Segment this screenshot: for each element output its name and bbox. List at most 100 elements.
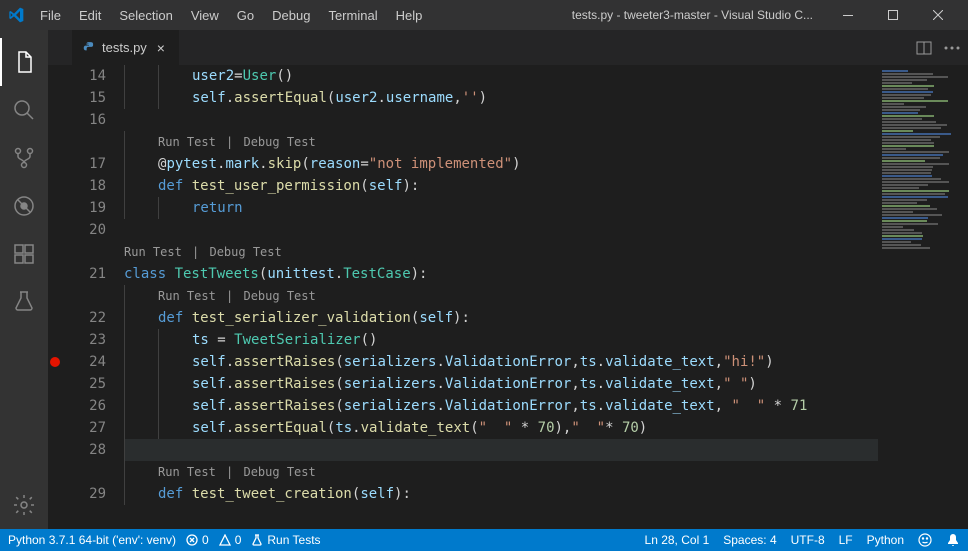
- line-number: 28: [62, 439, 106, 461]
- window-title: tests.py - tweeter3-master - Visual Stud…: [430, 8, 813, 22]
- run-tests-status[interactable]: Run Tests: [251, 533, 320, 547]
- code-line: [124, 109, 878, 131]
- menu-debug[interactable]: Debug: [264, 4, 318, 27]
- code-line: def test_tweet_creation(self):: [124, 483, 878, 505]
- codelens-debug[interactable]: Debug Test: [243, 289, 315, 303]
- status-bar: Python 3.7.1 64-bit ('env': venv) 0 0 Ru…: [0, 529, 968, 551]
- explorer-icon[interactable]: [0, 38, 48, 86]
- code-line: def test_serializer_validation(self):: [124, 307, 878, 329]
- code-line: class TestTweets(unittest.TestCase):: [124, 263, 878, 285]
- line-number: 19: [62, 197, 106, 219]
- line-number: 16: [62, 109, 106, 131]
- menu-file[interactable]: File: [32, 4, 69, 27]
- extensions-icon[interactable]: [0, 230, 48, 278]
- main-area: tests.py × 14151617181920212223242526272…: [0, 30, 968, 529]
- codelens-debug[interactable]: Debug Test: [209, 245, 281, 259]
- code-line: Run Test | Debug Test: [124, 131, 878, 153]
- code-line: user2=User(): [124, 65, 878, 87]
- breakpoint-icon[interactable]: [50, 357, 60, 367]
- line-number: 23: [62, 329, 106, 351]
- line-number: 27: [62, 417, 106, 439]
- line-number: 25: [62, 373, 106, 395]
- line-number: 29: [62, 483, 106, 505]
- menu-bar: FileEditSelectionViewGoDebugTerminalHelp: [32, 4, 430, 27]
- tab-label: tests.py: [102, 40, 147, 55]
- breakpoint-gutter[interactable]: [48, 65, 62, 529]
- code-line: Run Test | Debug Test: [124, 461, 878, 483]
- search-icon[interactable]: [0, 86, 48, 134]
- close-button[interactable]: [915, 0, 960, 30]
- code-line: self.assertRaises(serializers.Validation…: [124, 351, 878, 373]
- line-number: 20: [62, 219, 106, 241]
- codelens-debug[interactable]: Debug Test: [243, 465, 315, 479]
- codelens-run[interactable]: Run Test: [158, 289, 216, 303]
- code-line: [124, 439, 878, 461]
- code-line: Run Test | Debug Test: [124, 285, 878, 307]
- minimap[interactable]: [878, 65, 968, 529]
- codelens-debug[interactable]: Debug Test: [243, 135, 315, 149]
- problems-errors[interactable]: 0: [186, 533, 209, 547]
- python-interpreter[interactable]: Python 3.7.1 64-bit ('env': venv): [8, 533, 176, 547]
- code-line: self.assertEqual(ts.validate_text(" " * …: [124, 417, 878, 439]
- code-line: @pytest.mark.skip(reason="not implemente…: [124, 153, 878, 175]
- indent-status[interactable]: Spaces: 4: [723, 533, 776, 547]
- maximize-button[interactable]: [870, 0, 915, 30]
- line-number: 22: [62, 307, 106, 329]
- line-number: 15: [62, 87, 106, 109]
- code-line: return: [124, 197, 878, 219]
- title-bar: FileEditSelectionViewGoDebugTerminalHelp…: [0, 0, 968, 30]
- menu-view[interactable]: View: [183, 4, 227, 27]
- codelens: Run Test | Debug Test: [124, 241, 282, 263]
- debug-icon[interactable]: [0, 182, 48, 230]
- line-number: 18: [62, 175, 106, 197]
- codelens: Run Test | Debug Test: [158, 285, 316, 307]
- more-actions-icon[interactable]: [944, 46, 960, 50]
- codelens-run[interactable]: Run Test: [158, 465, 216, 479]
- close-icon[interactable]: ×: [153, 40, 169, 56]
- line-number: [62, 131, 106, 153]
- code-content[interactable]: user2=User()self.assertEqual(user2.usern…: [124, 65, 878, 529]
- editor-body[interactable]: 14151617181920212223242526272829 user2=U…: [48, 65, 968, 529]
- activity-bar: [0, 30, 48, 529]
- notifications-icon[interactable]: [946, 533, 960, 547]
- cursor-position[interactable]: Ln 28, Col 1: [645, 533, 710, 547]
- codelens: Run Test | Debug Test: [158, 131, 316, 153]
- codelens-run[interactable]: Run Test: [124, 245, 182, 259]
- code-line: ts = TweetSerializer(): [124, 329, 878, 351]
- source-control-icon[interactable]: [0, 134, 48, 182]
- code-line: def test_user_permission(self):: [124, 175, 878, 197]
- codelens-run[interactable]: Run Test: [158, 135, 216, 149]
- language-mode[interactable]: Python: [867, 533, 904, 547]
- settings-icon[interactable]: [0, 481, 48, 529]
- split-editor-icon[interactable]: [916, 40, 932, 56]
- tab-bar: tests.py ×: [48, 30, 968, 65]
- code-line: [124, 219, 878, 241]
- line-number: [62, 285, 106, 307]
- line-number: 24: [62, 351, 106, 373]
- menu-selection[interactable]: Selection: [111, 4, 180, 27]
- encoding-status[interactable]: UTF-8: [791, 533, 825, 547]
- editor-area: tests.py × 14151617181920212223242526272…: [48, 30, 968, 529]
- code-line: self.assertEqual(user2.username,''): [124, 87, 878, 109]
- python-file-icon: [82, 41, 96, 55]
- vscode-logo-icon: [8, 7, 24, 23]
- minimize-button[interactable]: [825, 0, 870, 30]
- eol-status[interactable]: LF: [839, 533, 853, 547]
- line-number-gutter: 14151617181920212223242526272829: [62, 65, 124, 529]
- line-number: 21: [62, 263, 106, 285]
- menu-edit[interactable]: Edit: [71, 4, 109, 27]
- line-number: [62, 241, 106, 263]
- code-line: self.assertRaises(serializers.Validation…: [124, 395, 878, 417]
- line-number: 14: [62, 65, 106, 87]
- menu-go[interactable]: Go: [229, 4, 262, 27]
- menu-help[interactable]: Help: [388, 4, 431, 27]
- menu-terminal[interactable]: Terminal: [320, 4, 385, 27]
- window-controls: [825, 0, 960, 30]
- feedback-icon[interactable]: [918, 533, 932, 547]
- code-line: Run Test | Debug Test: [124, 241, 878, 263]
- testing-icon[interactable]: [0, 278, 48, 326]
- codelens: Run Test | Debug Test: [158, 461, 316, 483]
- tab-tests-py[interactable]: tests.py ×: [72, 30, 180, 65]
- code-line: self.assertRaises(serializers.Validation…: [124, 373, 878, 395]
- problems-warnings[interactable]: 0: [219, 533, 242, 547]
